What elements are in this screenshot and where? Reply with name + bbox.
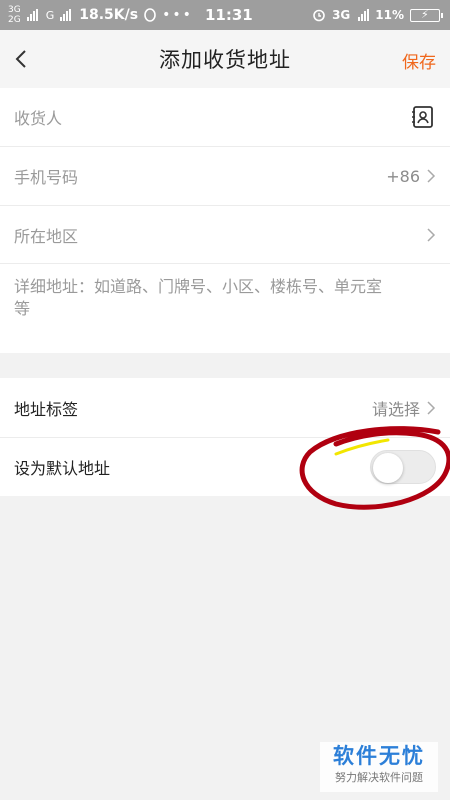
chevron-right-icon [427,227,436,242]
signal-icon-3 [358,9,370,21]
contacts-book-icon [412,106,433,128]
region-row[interactable]: 所在地区 [0,206,450,264]
network-type: 3G 2G [8,5,21,25]
qq-icon [144,8,156,22]
recipient-input[interactable]: 收货人 [14,105,62,129]
contacts-button[interactable] [410,104,436,130]
watermark: 软件无忧 努力解决软件问题 [320,742,438,792]
region-chevron [426,227,436,243]
alarm-icon [313,9,325,22]
network-g: G [45,8,55,22]
recipient-row[interactable]: 收货人 [0,88,450,147]
address-textarea[interactable]: 详细地址：如道路、门牌号、小区、楼栋号、单元室等 [14,264,394,320]
network-bottom: 2G [8,15,21,25]
address-tag-selector[interactable]: 请选择 [372,396,436,420]
more-dots-icon: ••• [162,7,193,23]
default-address-toggle[interactable] [370,450,436,484]
phone-row[interactable]: 手机号码 +86 [0,147,450,206]
network-right: 3G [332,8,351,22]
address-tag-label: 地址标签 [14,399,79,419]
battery-percent: 11% [375,8,404,22]
network-top: 3G [8,5,21,15]
default-address-row: 设为默认地址 [0,438,450,496]
battery-icon: ⚡ [410,8,443,22]
watermark-subtitle: 努力解决软件问题 [335,771,423,784]
address-row[interactable]: 详细地址：如道路、门牌号、小区、楼栋号、单元室等 [0,264,450,353]
signal-icon [26,9,38,21]
network-speed: 18.5K/s [79,7,139,23]
save-button[interactable]: 保存 [402,48,436,73]
address-tag-value: 请选择 [371,399,420,419]
watermark-title: 软件无忧 [333,744,425,768]
chevron-right-icon [427,400,436,415]
clock: 11:31 [205,6,253,24]
status-left: 3G 2G G 18.5K/s ••• [0,5,193,25]
signal-icon-2 [60,9,72,21]
default-address-label: 设为默认地址 [14,459,111,478]
nav-bar: 添加收货地址 保存 [0,30,450,88]
country-code-selector[interactable]: +86 [386,167,436,186]
toggle-knob [373,453,403,483]
country-code: +86 [386,166,420,186]
region-input[interactable]: 所在地区 [14,223,78,247]
address-tag-row[interactable]: 地址标签 请选择 [0,378,450,438]
back-icon[interactable] [8,44,38,74]
status-bar: 3G 2G G 18.5K/s ••• 11:31 3G 11% ⚡ [0,0,450,30]
chevron-right-icon [427,169,436,183]
phone-input[interactable]: 手机号码 [14,164,78,188]
status-right: 3G 11% ⚡ [312,0,443,30]
page-title: 添加收货地址 [159,48,291,72]
